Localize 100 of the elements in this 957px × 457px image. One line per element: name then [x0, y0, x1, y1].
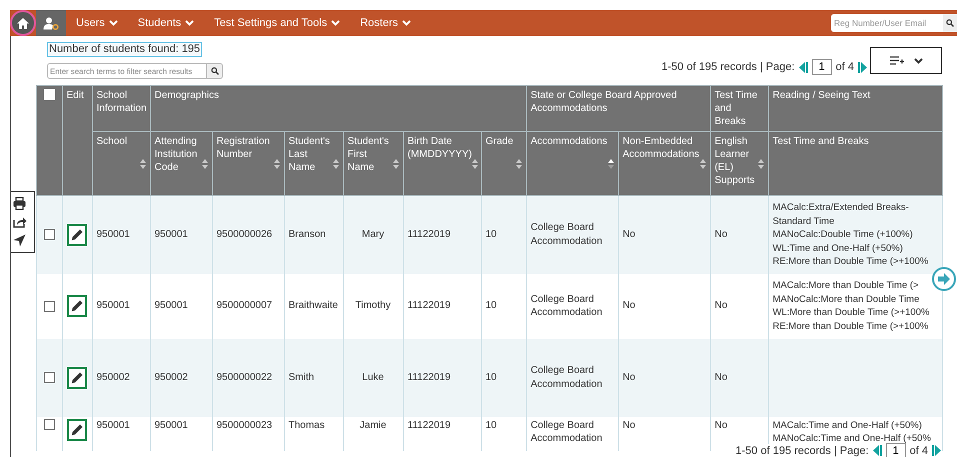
- last-page-button[interactable]: [932, 445, 941, 456]
- table-cell: No: [710, 196, 768, 274]
- checkbox[interactable]: [44, 229, 54, 240]
- column-header[interactable]: English Learner (EL) Supports: [710, 132, 768, 196]
- pencil-icon: [71, 424, 83, 436]
- table-cell: 950002: [150, 338, 212, 416]
- nav-menu[interactable]: Users: [66, 10, 128, 36]
- sort-ascending-icon[interactable]: [608, 158, 614, 168]
- page-number-field[interactable]: 1: [812, 59, 832, 75]
- column-group-header: School Information: [92, 86, 150, 132]
- table-cell: College Board Accommodation: [526, 416, 618, 450]
- first-page-icon: [872, 445, 882, 456]
- test-time-entry: MANoCalc:Time and One-Half (+50%: [772, 432, 932, 446]
- test-time-entry: WL:Time and One-Half (+50%): [772, 242, 904, 255]
- sort-icon[interactable]: [700, 158, 706, 168]
- column-header[interactable]: Student's Last Name: [284, 132, 343, 196]
- nav-menu[interactable]: Test Settings and Tools: [204, 10, 350, 36]
- table-cell: 10: [481, 196, 526, 274]
- table-cell: 10: [481, 338, 526, 416]
- records-summary: 1-50 of 195 records | Page:: [662, 61, 795, 73]
- test-time-entry: MACalc:Time and One-Half (+50%): [772, 418, 923, 432]
- first-page-icon: [798, 62, 808, 72]
- sort-icon[interactable]: [140, 158, 146, 168]
- chevron-down-icon: [108, 20, 118, 26]
- scroll-right-button[interactable]: [932, 267, 956, 291]
- nav-menu[interactable]: Students: [128, 10, 204, 36]
- last-page-icon: [932, 445, 941, 456]
- test-time-entry: RE:More than Double Time (>+100%: [772, 320, 930, 333]
- search-button[interactable]: [943, 14, 957, 32]
- table-cell: 10: [481, 416, 526, 450]
- column-header: Edit: [62, 86, 92, 196]
- sort-icon[interactable]: [472, 158, 478, 168]
- table-cell: Jamie: [343, 416, 403, 450]
- checkbox[interactable]: [44, 372, 54, 383]
- edit-button[interactable]: [67, 418, 87, 440]
- table-cell: No: [618, 416, 710, 450]
- test-time-entry: MANoCalc:More than Double Time: [772, 292, 920, 306]
- first-page-button[interactable]: [872, 445, 882, 456]
- navigation-arrow-icon: [13, 234, 26, 247]
- chevron-down-icon: [914, 58, 922, 64]
- edit-button[interactable]: [67, 295, 87, 317]
- sort-icon[interactable]: [516, 158, 522, 168]
- sort-icon[interactable]: [274, 158, 280, 168]
- search-icon: [210, 67, 218, 75]
- last-page-button[interactable]: [858, 62, 867, 72]
- last-page-icon: [858, 62, 867, 72]
- nav-menu[interactable]: Rosters: [350, 10, 421, 36]
- edit-button[interactable]: [67, 224, 87, 246]
- pencil-icon: [71, 228, 83, 241]
- records-summary: 1-50 of 195 records | Page:: [736, 444, 869, 456]
- checkbox[interactable]: [44, 418, 54, 430]
- column-group-header: Reading / Seeing Text: [768, 86, 942, 132]
- students-found-count: Number of students found: 195: [47, 42, 202, 57]
- column-header[interactable]: Grade: [481, 132, 526, 196]
- test-time-entry: MACalc:More than Double Time (>: [772, 279, 920, 292]
- column-header[interactable]: Student's First Name: [343, 132, 403, 196]
- sort-icon[interactable]: [758, 158, 764, 168]
- checkbox[interactable]: [44, 300, 54, 312]
- page-number-field[interactable]: 1: [886, 442, 906, 457]
- home-button[interactable]: [10, 10, 36, 36]
- column-header[interactable]: Accommodations: [526, 132, 618, 196]
- table-cell: College Board Accommodation: [526, 196, 618, 274]
- column-group-header: Demographics: [150, 86, 526, 132]
- column-group-header: Test Time and Breaks: [710, 86, 768, 132]
- table-cell: Branson: [284, 196, 343, 274]
- test-time-entry: MANoCalc:Double Time (+100%): [772, 228, 914, 242]
- chevron-down-icon: [331, 20, 340, 26]
- share-icon: [13, 216, 27, 228]
- table-cell: 950001: [150, 196, 212, 274]
- table-cell: 9500000022: [212, 338, 284, 416]
- table-cell: Smith: [284, 338, 343, 416]
- column-header[interactable]: School: [92, 132, 150, 196]
- page-total: of 4: [836, 61, 854, 73]
- pencil-icon: [71, 372, 83, 384]
- first-page-button[interactable]: [798, 62, 808, 72]
- column-header[interactable]: Non-Embedded Accommodations: [618, 132, 710, 196]
- sort-icon[interactable]: [392, 158, 398, 168]
- user-gear-icon: [43, 16, 59, 30]
- test-time-entry: MACalc:Extra/Extended Breaks-Standard Time: [772, 201, 910, 228]
- columns-menu-button[interactable]: [870, 47, 942, 74]
- column-header[interactable]: Attending Institution Code: [150, 132, 212, 196]
- chevron-down-icon: [402, 20, 411, 26]
- sort-icon[interactable]: [202, 158, 208, 168]
- page-total: of 4: [910, 444, 928, 456]
- table-cell: Luke: [343, 338, 403, 416]
- table-cell: 950001: [92, 416, 150, 450]
- column-header[interactable]: Registration Number: [212, 132, 284, 196]
- home-icon: [16, 16, 30, 30]
- table-cell: 950001: [92, 196, 150, 274]
- table-cell: 11122019: [403, 196, 481, 274]
- pencil-icon: [71, 300, 83, 312]
- arrow-right-icon: [937, 272, 951, 286]
- sort-icon[interactable]: [332, 158, 338, 168]
- user-search-field[interactable]: Reg Number/User Email: [831, 14, 943, 32]
- table-cell: College Board Accommodation: [526, 338, 618, 416]
- filter-search-button[interactable]: [207, 63, 223, 79]
- user-settings-button[interactable]: [36, 10, 66, 36]
- table-cell: 11122019: [403, 416, 481, 450]
- edit-button[interactable]: [67, 366, 87, 388]
- column-header[interactable]: Birth Date (MMDDYYYY): [403, 132, 481, 196]
